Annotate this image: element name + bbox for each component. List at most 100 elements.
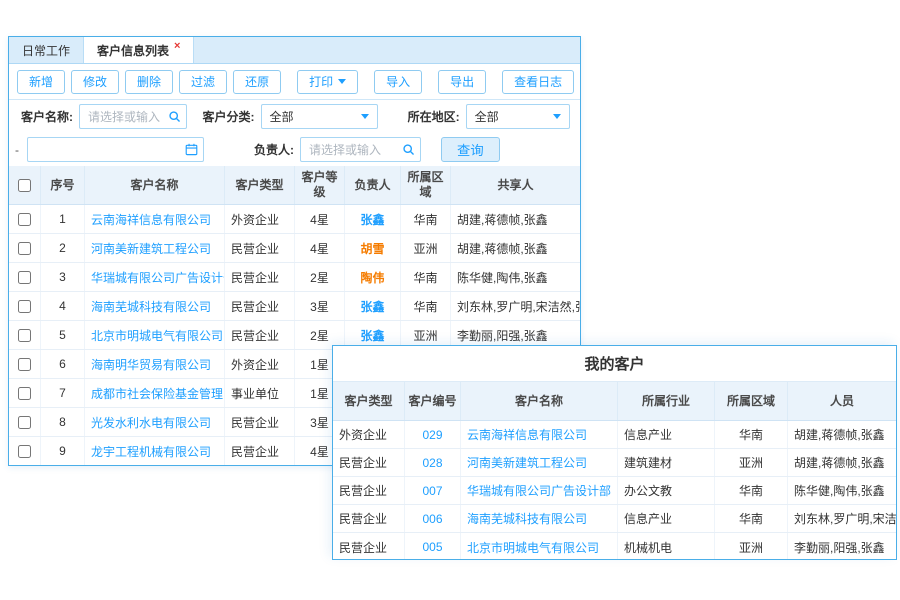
search-icon[interactable] [168,110,181,126]
add-button[interactable]: 新增 [17,70,65,94]
table-header: 序号 客户名称 客户类型 客户等级 负责人 所属区域 共享人 [9,166,580,205]
region-cell: 亚洲 [715,533,788,560]
restore-button[interactable]: 还原 [233,70,281,94]
customer-name-link[interactable]: 北京市明城电气有限公司 [461,533,618,560]
customer-name-link[interactable]: 河南美新建筑工程公司 [461,449,618,476]
customer-name-link[interactable]: 河南美新建筑工程公司 [85,234,225,262]
customer-code-link[interactable]: 028 [405,449,461,476]
shared-cell: 刘东林,罗广明,宋洁然,张鑫 [451,292,580,320]
region-cell: 华南 [715,477,788,504]
region-cell: 华南 [715,505,788,532]
date-input[interactable] [27,137,204,162]
customer-name-label: 客户名称: [21,108,73,125]
table-row: 4 海南芜城科技有限公司 民营企业 3星 张鑫 华南 刘东林,罗广明,宋洁然,张… [9,292,580,321]
row-checkbox[interactable] [18,358,31,371]
customer-type: 民营企业 [333,505,405,532]
query-button[interactable]: 查询 [441,137,500,162]
owner-link[interactable]: 张鑫 [345,292,401,320]
customer-type: 民营企业 [225,292,295,320]
customer-name-link[interactable]: 云南海祥信息有限公司 [85,205,225,233]
row-checkbox[interactable] [18,242,31,255]
row-no: 9 [41,437,85,465]
header-region: 所属区域 [715,382,788,420]
row-no: 3 [41,263,85,291]
row-checkbox[interactable] [18,387,31,400]
customer-name-link[interactable]: 海南芜城科技有限公司 [85,292,225,320]
customer-name-link[interactable]: 海南明华贸易有限公司 [85,350,225,378]
import-button[interactable]: 导入 [374,70,422,94]
row-checkbox[interactable] [18,213,31,226]
region-select[interactable]: 全部 [466,104,570,129]
view-log-button[interactable]: 查看日志 [502,70,574,94]
row-no: 7 [41,379,85,407]
calendar-icon[interactable] [185,143,198,159]
customer-type: 外资企业 [225,350,295,378]
edit-button[interactable]: 修改 [71,70,119,94]
row-no: 8 [41,408,85,436]
filter-button[interactable]: 过滤 [179,70,227,94]
tab-label: 客户信息列表 [97,42,169,59]
owner-link[interactable]: 胡雪 [345,234,401,262]
customer-type: 民营企业 [225,321,295,349]
customer-name-link[interactable]: 北京市明城电气有限公司 [85,321,225,349]
delete-button[interactable]: 删除 [125,70,173,94]
header-code: 客户编号 [405,382,461,420]
customer-code-link[interactable]: 007 [405,477,461,504]
region-cell: 亚洲 [401,234,451,262]
chevron-down-icon [553,114,561,119]
customer-type: 民营企业 [333,533,405,560]
filter-row-1: 客户名称: 客户分类: 全部 所在地区: 全部 [9,100,580,133]
my-customers-header: 客户类型 客户编号 客户名称 所属行业 所属区域 人员 [333,381,896,421]
row-checkbox[interactable] [18,416,31,429]
customer-name-link[interactable]: 龙宇工程机械有限公司 [85,437,225,465]
my-customers-title: 我的客户 [333,346,896,381]
row-checkbox[interactable] [18,271,31,284]
header-type: 客户类型 [333,382,405,420]
header-owner: 负责人 [345,166,401,204]
search-icon[interactable] [402,143,415,159]
customer-type: 外资企业 [333,421,405,448]
owner-link[interactable]: 张鑫 [345,205,401,233]
customer-name-link[interactable]: 云南海祥信息有限公司 [461,421,618,448]
date-range-dash: - [15,143,19,157]
region-cell: 华南 [715,421,788,448]
tab-customer-list[interactable]: 客户信息列表 × [84,37,194,63]
region-cell: 华南 [401,205,451,233]
tab-daily-work[interactable]: 日常工作 [9,37,84,63]
customer-level: 3星 [295,292,345,320]
row-checkbox[interactable] [18,445,31,458]
customer-type: 民营企业 [225,437,295,465]
category-select[interactable]: 全部 [261,104,378,129]
shared-cell: 胡建,蒋德帧,张鑫 [451,205,580,233]
customer-name-link[interactable]: 光发水利水电有限公司 [85,408,225,436]
people-cell: 胡建,蒋德帧,张鑫 [788,449,896,476]
shared-cell: 陈华健,陶伟,张鑫 [451,263,580,291]
customer-name-link[interactable]: 华瑞城有限公司广告设计部 [85,263,225,291]
owner-link[interactable]: 陶伟 [345,263,401,291]
customer-type: 事业单位 [225,379,295,407]
header-shared: 共享人 [451,166,580,204]
header-level: 客户等级 [295,166,345,204]
chevron-down-icon [338,79,346,84]
customer-name-link[interactable]: 华瑞城有限公司广告设计部 [461,477,618,504]
close-icon[interactable]: × [174,41,180,52]
people-cell: 陈华健,陶伟,张鑫 [788,477,896,504]
row-no: 6 [41,350,85,378]
customer-code-link[interactable]: 006 [405,505,461,532]
owner-label: 负责人: [254,141,294,158]
export-button[interactable]: 导出 [438,70,486,94]
category-value: 全部 [270,108,294,125]
customer-code-link[interactable]: 029 [405,421,461,448]
row-checkbox[interactable] [18,300,31,313]
customer-name-link[interactable]: 成都市社会保险基金管理... [85,379,225,407]
select-all-checkbox[interactable] [18,179,31,192]
toolbar: 新增 修改 删除 过滤 还原 打印 导入 导出 查看日志 [9,64,580,100]
list-item: 民营企业 007 华瑞城有限公司广告设计部 办公文教 华南 陈华健,陶伟,张鑫 [333,477,896,505]
row-no: 5 [41,321,85,349]
row-checkbox[interactable] [18,329,31,342]
print-button[interactable]: 打印 [297,70,358,94]
my-customers-panel: 我的客户 客户类型 客户编号 客户名称 所属行业 所属区域 人员 外资企业 02… [332,345,897,560]
category-label: 客户分类: [203,108,255,125]
customer-code-link[interactable]: 005 [405,533,461,560]
customer-name-link[interactable]: 海南芜城科技有限公司 [461,505,618,532]
